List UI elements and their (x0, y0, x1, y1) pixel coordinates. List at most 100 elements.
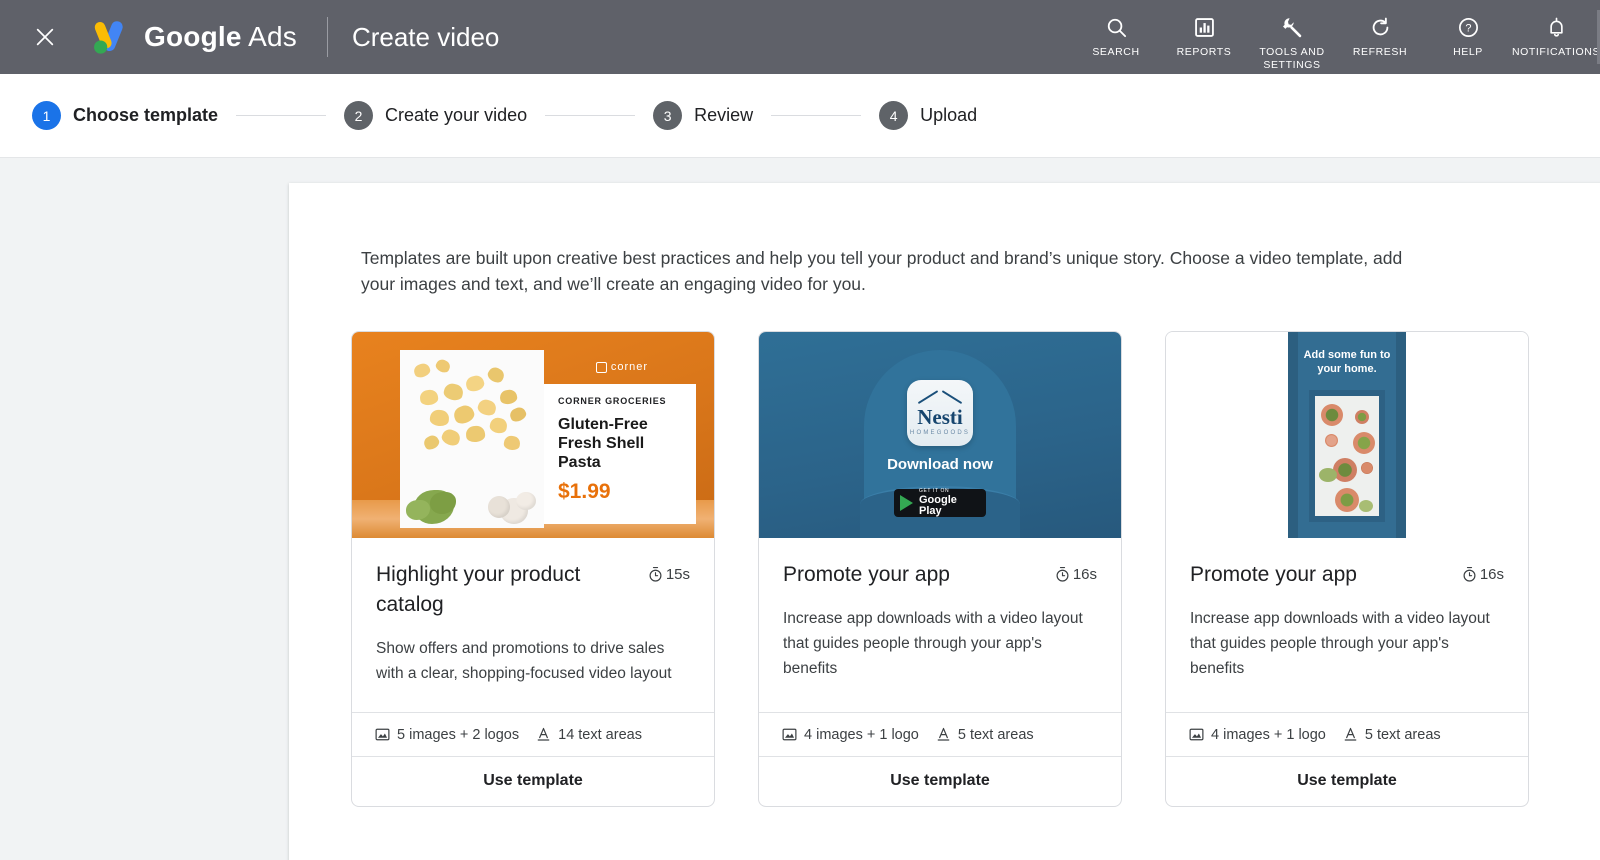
card-description: Increase app downloads with a video layo… (1190, 606, 1504, 681)
header-action-label: HELP (1453, 46, 1483, 59)
help-question-icon: ? (1457, 14, 1480, 40)
card-meta-row: 4 images + 1 logo 5 text areas (759, 712, 1121, 756)
refresh-icon (1369, 14, 1392, 40)
thumbnail-vertical-frame: Add some fun to your home. (1288, 332, 1406, 538)
card-text-meta-label: 14 text areas (558, 727, 642, 743)
step-number-badge: 3 (653, 101, 682, 130)
search-icon (1105, 14, 1128, 40)
card-images-meta: 4 images + 1 logo (1188, 726, 1326, 743)
text-format-icon (535, 726, 552, 743)
intro-paragraph: Templates are built upon creative best p… (289, 183, 1479, 297)
header-actions: SEARCH REPORTS TOOLS AND SETTINGS (1072, 0, 1600, 74)
card-header: Highlight your product catalog 15s (376, 560, 690, 620)
header-action-tools-and-settings[interactable]: TOOLS AND SETTINGS (1248, 10, 1336, 72)
step-choose-template[interactable]: 1 Choose template (32, 101, 218, 130)
header-action-search[interactable]: SEARCH (1072, 10, 1160, 59)
header-divider (327, 17, 328, 57)
close-button[interactable] (28, 20, 62, 54)
thumbnail-app-name: Nesti (917, 406, 963, 428)
text-format-icon (1342, 726, 1359, 743)
progress-stepper: 1 Choose template 2 Create your video 3 … (0, 74, 1600, 158)
card-description: Show offers and promotions to drive sale… (376, 636, 690, 686)
header-action-reports[interactable]: REPORTS (1160, 10, 1248, 59)
step-create-your-video[interactable]: 2 Create your video (344, 101, 527, 130)
google-play-triangle-icon (900, 495, 913, 511)
step-label: Create your video (385, 105, 527, 126)
step-number-badge: 2 (344, 101, 373, 130)
template-card[interactable]: corner CORNER GROCERIES Gluten-Free Fres… (351, 331, 715, 807)
google-play-badge: GET IT ON Google Play (894, 489, 986, 517)
card-images-meta: 5 images + 2 logos (374, 726, 519, 743)
step-connector (236, 115, 326, 116)
thumbnail-product-line-2: Fresh Shell Pasta (558, 434, 684, 472)
thumbnail-plant-photo (1309, 390, 1385, 522)
brand-logo-group[interactable]: Google Ads (86, 15, 297, 59)
step-label: Choose template (73, 105, 218, 126)
card-duration-label: 15s (666, 566, 690, 583)
use-template-button[interactable]: Use template (352, 756, 714, 806)
card-text-meta: 14 text areas (535, 726, 642, 743)
template-thumbnail-promote-app-landscape: Nesti HOMEGOODS Download now GET IT ON G… (759, 332, 1121, 538)
template-thumbnail-promote-app-vertical: Add some fun to your home. (1166, 332, 1528, 538)
house-roof-icon (920, 390, 960, 404)
google-play-name: Google Play (919, 495, 980, 517)
use-template-button[interactable]: Use template (1166, 756, 1528, 806)
app-header: Google Ads Create video SEARCH (0, 0, 1600, 74)
card-text-meta: 5 text areas (935, 726, 1034, 743)
card-title: Highlight your product catalog (376, 560, 626, 620)
card-images-meta-label: 5 images + 2 logos (397, 727, 519, 743)
card-header: Promote your app 16s (783, 560, 1097, 590)
header-action-label: REPORTS (1177, 46, 1232, 59)
thumbnail-app-subtitle: HOMEGOODS (910, 430, 970, 436)
card-duration: 16s (1461, 560, 1504, 583)
header-action-notifications[interactable]: NOTIFICATIONS (1512, 10, 1600, 59)
brand-text: Google Ads (144, 21, 297, 53)
stopwatch-icon (1054, 566, 1071, 583)
template-card[interactable]: Add some fun to your home. (1165, 331, 1529, 807)
thumbnail-headline-line-2: your home. (1317, 363, 1376, 375)
card-duration: 16s (1054, 560, 1097, 583)
thumbnail-product-photo (400, 350, 544, 528)
step-review[interactable]: 3 Review (653, 101, 753, 130)
card-text-meta-label: 5 text areas (1365, 727, 1441, 743)
card-images-meta-label: 4 images + 1 logo (1211, 727, 1326, 743)
card-body: Promote your app 16s Increase app downlo… (1166, 538, 1528, 712)
bell-notifications-icon (1545, 14, 1568, 40)
use-template-button[interactable]: Use template (759, 756, 1121, 806)
header-action-label: REFRESH (1353, 46, 1407, 59)
card-meta-row: 4 images + 1 logo 5 text areas (1166, 712, 1528, 756)
stopwatch-icon (1461, 566, 1478, 583)
svg-text:?: ? (1465, 22, 1471, 34)
step-upload[interactable]: 4 Upload (879, 101, 977, 130)
wrench-tools-icon (1280, 14, 1304, 40)
card-title: Promote your app (1190, 560, 1357, 590)
step-label: Review (694, 105, 753, 126)
thumbnail-headline-line-1: Add some fun to (1304, 349, 1391, 361)
template-card[interactable]: Nesti HOMEGOODS Download now GET IT ON G… (758, 331, 1122, 807)
image-icon (781, 726, 798, 743)
card-description: Increase app downloads with a video layo… (783, 606, 1097, 681)
thumbnail-brand-logo: corner (544, 350, 700, 384)
google-play-badge-text: GET IT ON Google Play (919, 489, 980, 517)
header-action-label: TOOLS AND SETTINGS (1259, 46, 1324, 72)
thumbnail-ad-composition: corner CORNER GROCERIES Gluten-Free Fres… (400, 350, 700, 528)
card-text-meta: 5 text areas (1342, 726, 1441, 743)
thumbnail-headline: Download now (759, 456, 1121, 473)
text-format-icon (935, 726, 952, 743)
header-action-refresh[interactable]: REFRESH (1336, 10, 1424, 59)
step-connector (545, 115, 635, 116)
stopwatch-icon (647, 566, 664, 583)
header-action-help[interactable]: ? HELP (1424, 10, 1512, 59)
card-meta-row: 5 images + 2 logos 14 text areas (352, 712, 714, 756)
card-images-meta: 4 images + 1 logo (781, 726, 919, 743)
thumbnail-logo-text: corner (611, 361, 648, 373)
step-label: Upload (920, 105, 977, 126)
image-icon (1188, 726, 1205, 743)
card-body: Promote your app 16s Increase app downlo… (759, 538, 1121, 712)
content-area: Templates are built upon creative best p… (0, 158, 1600, 860)
thumbnail-headline: Add some fun to your home. (1288, 348, 1406, 376)
card-text-meta-label: 5 text areas (958, 727, 1034, 743)
page-title: Create video (352, 22, 499, 53)
google-ads-logo-icon (86, 15, 130, 59)
template-thumbnail-product-catalog: corner CORNER GROCERIES Gluten-Free Fres… (352, 332, 714, 538)
